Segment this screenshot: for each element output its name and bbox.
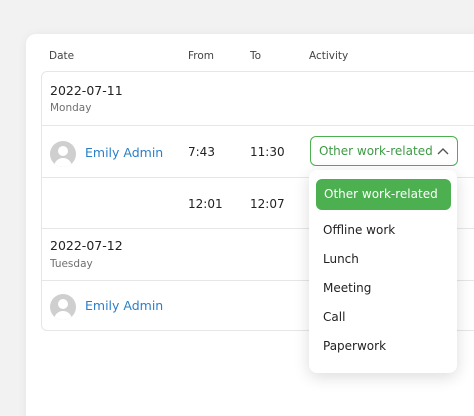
- day-weekday: Tuesday: [50, 258, 93, 270]
- activity-option-meeting[interactable]: Meeting: [323, 281, 371, 295]
- day-row: 2022-07-11 Monday: [42, 72, 474, 125]
- activity-option-call[interactable]: Call: [323, 310, 345, 324]
- column-header-to: To: [250, 50, 262, 62]
- activity-select[interactable]: Other work-related: [310, 136, 458, 166]
- from-time: 12:01: [188, 197, 223, 211]
- activity-option-offline-work[interactable]: Offline work: [323, 223, 395, 237]
- activity-option-selected[interactable]: Other work-related: [316, 179, 451, 210]
- to-time: 12:07: [250, 197, 285, 211]
- column-header-activity: Activity: [309, 50, 349, 62]
- column-header-date: Date: [49, 50, 75, 62]
- chevron-up-icon: [437, 148, 449, 155]
- activity-dropdown-menu: Other work-related Offline work Lunch Me…: [309, 170, 457, 373]
- activity-select-value: Other work-related: [319, 144, 433, 158]
- user-name-link[interactable]: Emily Admin: [85, 298, 163, 313]
- user-avatar-icon: [50, 294, 76, 320]
- user-avatar-icon: [50, 141, 76, 167]
- activity-option-lunch[interactable]: Lunch: [323, 252, 359, 266]
- column-header-from: From: [188, 50, 215, 62]
- activity-option-paperwork[interactable]: Paperwork: [323, 339, 386, 353]
- day-date: 2022-07-11: [50, 83, 123, 98]
- from-time: 7:43: [188, 145, 215, 159]
- user-name-link[interactable]: Emily Admin: [85, 145, 163, 160]
- day-date: 2022-07-12: [50, 238, 123, 253]
- day-weekday: Monday: [50, 102, 92, 114]
- table-header: Date From To Activity: [49, 50, 474, 66]
- to-time: 11:30: [250, 145, 285, 159]
